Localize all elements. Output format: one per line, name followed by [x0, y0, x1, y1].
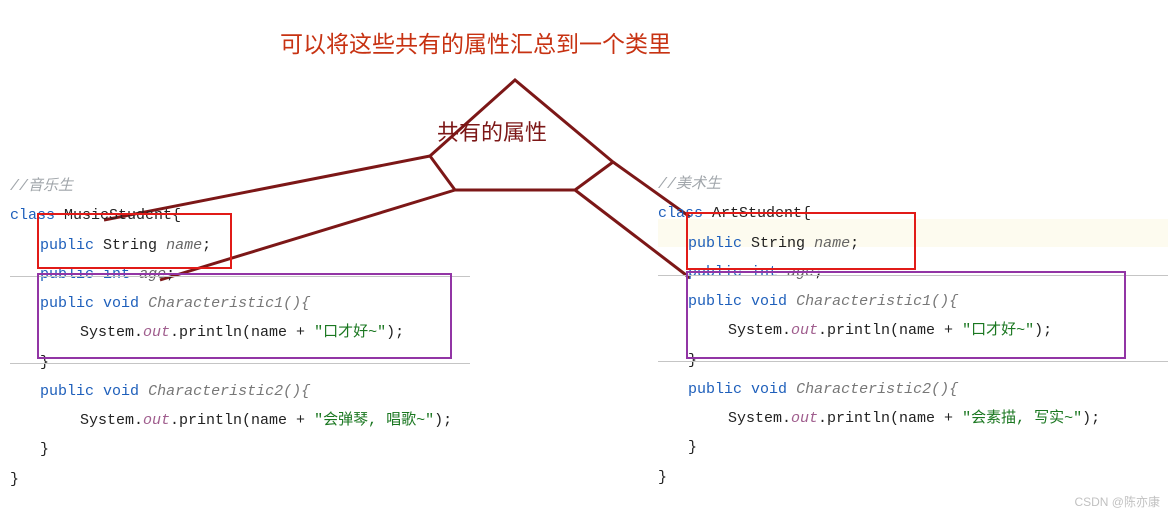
stmt: System.: [80, 412, 143, 429]
keyword-public: public: [40, 237, 94, 254]
method-name: Characteristic2(){: [148, 383, 310, 400]
watermark: CSDN @陈亦康: [1074, 493, 1160, 510]
string-literal: "会素描, 写实~": [962, 410, 1082, 427]
out: out: [791, 322, 818, 339]
brace-close: }: [10, 471, 19, 488]
field-name: name: [166, 237, 202, 254]
field-age: age: [787, 264, 814, 281]
stmt: );: [386, 324, 404, 341]
stmt: System.: [80, 324, 143, 341]
code-block-art-student: //美术生 class ArtStudent{ public String na…: [658, 170, 1100, 492]
brace-close: }: [688, 352, 697, 369]
method-name: Characteristic1(){: [796, 293, 958, 310]
type-int: int: [751, 264, 778, 281]
stmt: .println(name +: [818, 410, 962, 427]
type-int: int: [103, 266, 130, 283]
method-name: Characteristic1(){: [148, 295, 310, 312]
field-name: name: [814, 235, 850, 252]
keyword-public: public: [688, 264, 742, 281]
keyword-public: public: [688, 293, 742, 310]
keyword-void: void: [751, 293, 787, 310]
keyword-void: void: [103, 295, 139, 312]
type-string: String: [751, 235, 805, 252]
brace-close: }: [40, 354, 49, 371]
comment: //美术生: [658, 176, 721, 193]
keyword-public: public: [688, 381, 742, 398]
string-literal: "口才好~": [962, 322, 1034, 339]
stmt: .println(name +: [170, 324, 314, 341]
title-text: 可以将这些共有的属性汇总到一个类里: [280, 25, 671, 59]
method-name: Characteristic2(){: [796, 381, 958, 398]
stmt: .println(name +: [818, 322, 962, 339]
brace-close: }: [688, 439, 697, 456]
brace-close: }: [658, 469, 667, 486]
stmt: System.: [728, 410, 791, 427]
string-literal: "会弹琴, 唱歌~": [314, 412, 434, 429]
code-block-music-student: //音乐生 class MusicStudent{ public String …: [10, 172, 452, 494]
keyword-void: void: [751, 381, 787, 398]
stmt: System.: [728, 322, 791, 339]
stmt: );: [1034, 322, 1052, 339]
comment: //音乐生: [10, 178, 73, 195]
keyword-class: class: [658, 205, 703, 222]
divider: [658, 361, 1168, 362]
out: out: [143, 324, 170, 341]
out: out: [143, 412, 170, 429]
divider: [10, 276, 470, 277]
class-name: MusicStudent{: [64, 207, 181, 224]
keyword-public: public: [40, 266, 94, 283]
type-string: String: [103, 237, 157, 254]
keyword-public: public: [40, 295, 94, 312]
brace-close: }: [40, 441, 49, 458]
out: out: [791, 410, 818, 427]
stmt: .println(name +: [170, 412, 314, 429]
string-literal: "口才好~": [314, 324, 386, 341]
keyword-public: public: [688, 235, 742, 252]
keyword-class: class: [10, 207, 55, 224]
divider: [10, 363, 470, 364]
keyword-void: void: [103, 383, 139, 400]
stmt: );: [434, 412, 452, 429]
class-name: ArtStudent{: [712, 205, 811, 222]
divider: [658, 275, 1168, 276]
shared-properties-label: 共有的属性: [437, 115, 547, 147]
keyword-public: public: [40, 383, 94, 400]
field-age: age: [139, 266, 166, 283]
stmt: );: [1082, 410, 1100, 427]
